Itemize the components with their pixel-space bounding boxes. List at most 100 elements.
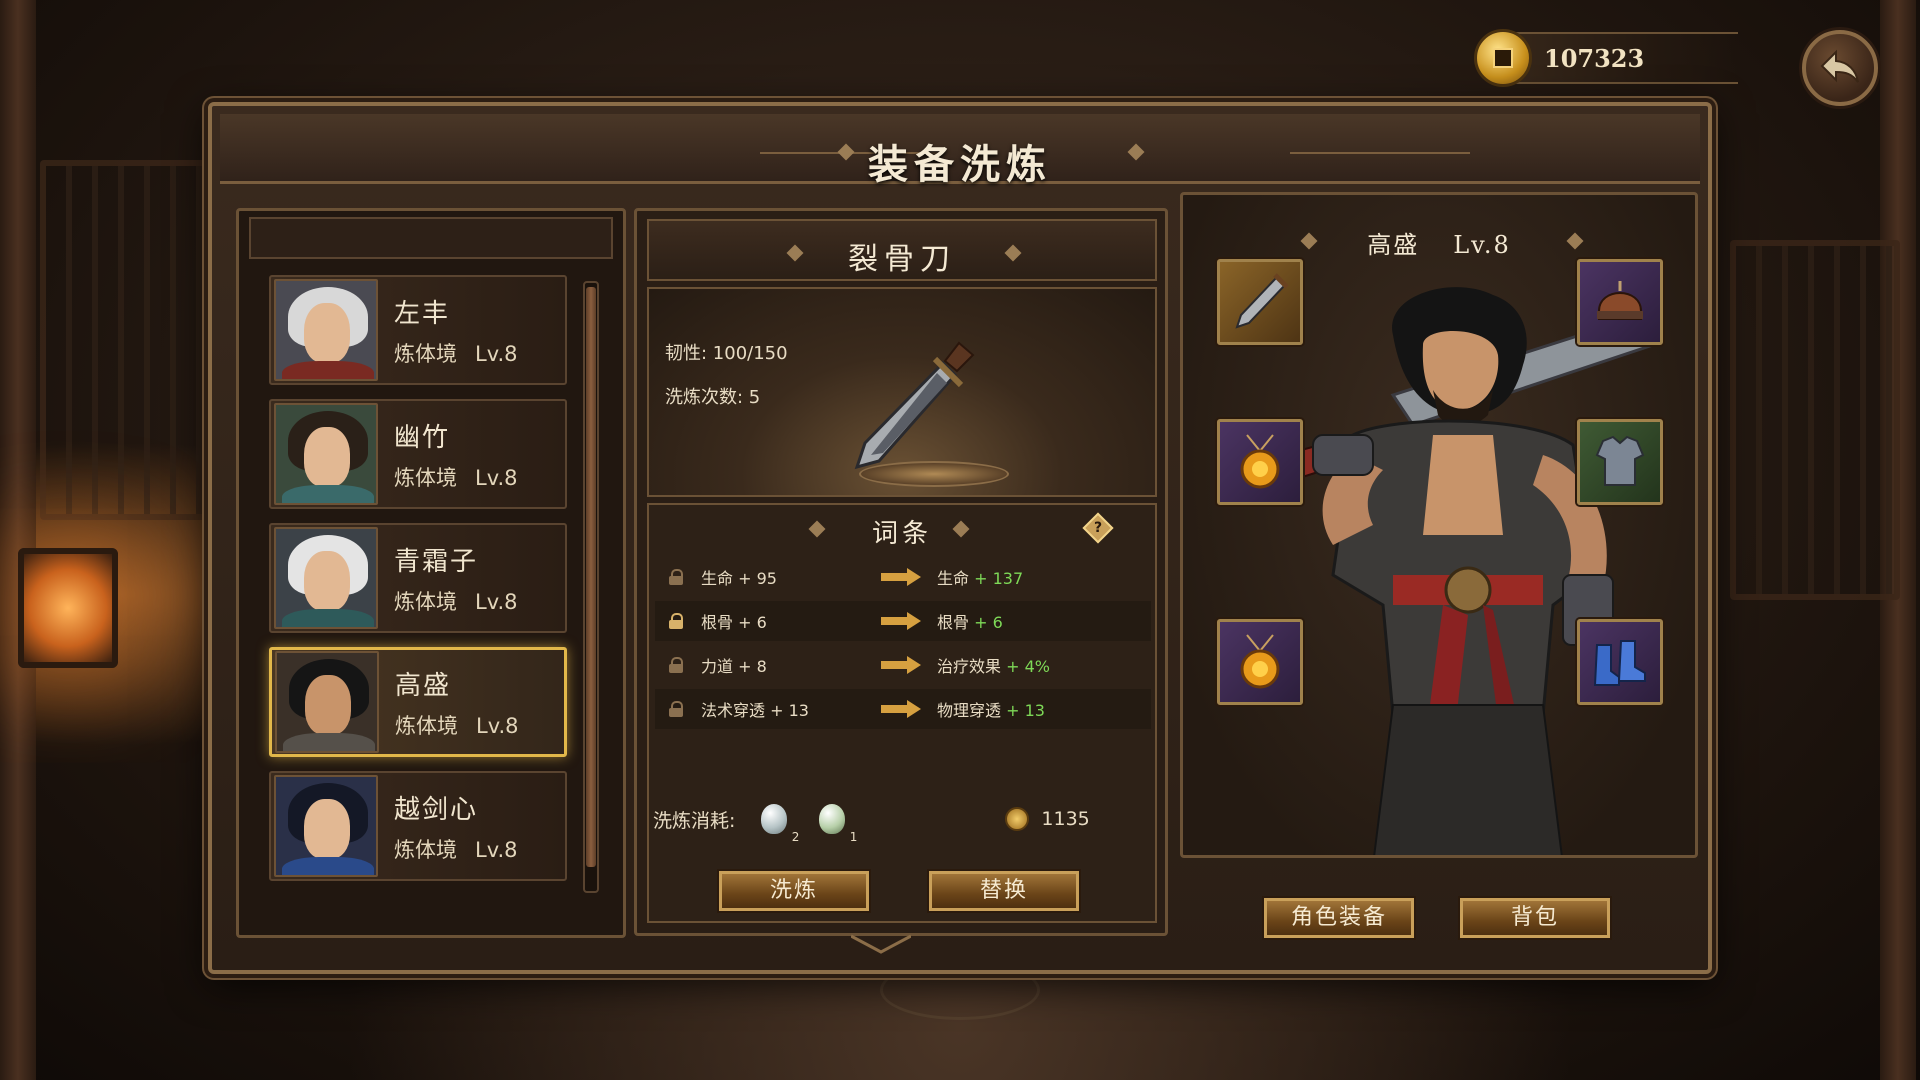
hero-level: Lv.8 xyxy=(475,341,518,366)
affix-row: 根骨 + 6 根骨 + 6 xyxy=(655,601,1151,641)
hero-list-scrollbar[interactable] xyxy=(583,281,599,893)
hero-portrait xyxy=(274,775,378,877)
amulet-slot[interactable] xyxy=(1217,419,1303,505)
gold-amount: 107323 xyxy=(1544,43,1645,73)
title-ornament-right xyxy=(1290,152,1470,154)
affix-old-name: 生命 xyxy=(701,569,734,588)
backpack-button[interactable]: 背包 xyxy=(1460,898,1610,938)
character-panel: 高盛 Lv.8 xyxy=(1180,192,1698,858)
blade-icon xyxy=(1235,273,1289,329)
amulet-icon xyxy=(1240,434,1280,489)
coin-icon xyxy=(1005,807,1030,831)
refine-cost-row: 洗炼消耗: 2 1 1135 xyxy=(653,789,1143,849)
arrow-right-icon xyxy=(881,700,921,718)
lock-icon[interactable] xyxy=(669,701,683,717)
lantern xyxy=(18,548,118,668)
lock-icon[interactable] xyxy=(669,613,683,629)
hero-level: Lv.8 xyxy=(475,837,518,862)
character-equipment-button[interactable]: 角色装备 xyxy=(1264,898,1414,938)
affix-new-value: + 137 xyxy=(974,569,1024,588)
affix-old-name: 法术穿透 xyxy=(701,701,766,720)
character-actions: 角色装备 背包 xyxy=(1180,866,1698,938)
affix-old-value: + 8 xyxy=(738,657,767,676)
hero-name: 高盛 xyxy=(395,670,452,701)
hero-realm: 炼体境 xyxy=(394,589,457,614)
affix-row: 生命 + 95 生命 + 137 xyxy=(655,557,1151,597)
hero-level: Lv.8 xyxy=(475,589,518,614)
hero-realm: 炼体境 xyxy=(394,341,457,366)
affix-row: 力道 + 8 治疗效果 + 4% xyxy=(655,645,1151,685)
back-arrow-icon xyxy=(1820,49,1859,83)
equipment-name-bar: 裂骨刀 xyxy=(647,219,1157,281)
hero-name: 越剑心 xyxy=(394,794,479,825)
arrow-right-icon xyxy=(881,612,921,630)
affix-row: 法术穿透 + 13 物理穿透 + 13 xyxy=(655,689,1151,729)
hero-portrait xyxy=(274,279,378,381)
amulet-icon xyxy=(1240,634,1280,689)
equipment-name: 裂骨刀 xyxy=(848,242,956,277)
hero-level: Lv.8 xyxy=(475,465,518,490)
page-title: 装备洗炼 xyxy=(868,141,1052,188)
helmet-slot[interactable] xyxy=(1577,259,1663,345)
durability-text: 韧性: 100/150 xyxy=(665,343,788,364)
accessory-slot[interactable] xyxy=(1217,619,1303,705)
hero-realm: 炼体境 xyxy=(394,465,457,490)
weapon-rack-right xyxy=(1730,240,1900,600)
affix-old-value: + 13 xyxy=(770,701,809,720)
affix-new-name: 治疗效果 xyxy=(937,657,1002,676)
affix-new-value: + 13 xyxy=(1006,701,1045,720)
affix-new-name: 根骨 xyxy=(937,613,970,632)
armor-slot[interactable] xyxy=(1577,419,1663,505)
hero-list-item[interactable]: 幽竹 炼体境 Lv.8 xyxy=(269,399,567,509)
scrollbar-thumb[interactable] xyxy=(586,287,596,867)
hero-list-item[interactable]: 左丰 炼体境 Lv.8 xyxy=(269,275,567,385)
boots-icon xyxy=(1593,640,1646,686)
hero-list-item[interactable]: 越剑心 炼体境 Lv.8 xyxy=(269,771,567,881)
hero-portrait xyxy=(274,403,378,505)
hero-name: 青霜子 xyxy=(394,546,479,577)
blade-icon xyxy=(854,341,975,470)
character-level: Lv.8 xyxy=(1453,231,1511,259)
equipment-detail-panel: 裂骨刀 韧性: 100/150 洗炼次数: 5 词条 ? 生命 + 95 生命 … xyxy=(634,208,1168,936)
hero-portrait xyxy=(275,651,379,753)
panel-header: 装备洗炼 xyxy=(220,114,1700,188)
hero-list-item-selected[interactable]: 高盛 炼体境 Lv.8 xyxy=(269,647,567,757)
arrow-right-icon xyxy=(881,568,921,586)
bg-pillar-left xyxy=(0,0,36,1080)
equipment-display: 韧性: 100/150 洗炼次数: 5 xyxy=(647,287,1157,497)
hero-level: Lv.8 xyxy=(476,713,519,738)
hero-name: 左丰 xyxy=(394,298,451,329)
coin-icon xyxy=(1474,29,1532,87)
replace-button[interactable]: 替换 xyxy=(929,871,1079,911)
hero-portrait xyxy=(274,527,378,629)
cost-label: 洗炼消耗: xyxy=(653,809,736,832)
boots-slot[interactable] xyxy=(1577,619,1663,705)
lock-icon[interactable] xyxy=(669,569,683,585)
character-name: 高盛 xyxy=(1367,231,1420,259)
white-stone-count: 2 xyxy=(791,830,800,844)
hero-realm: 炼体境 xyxy=(395,713,458,738)
lock-icon[interactable] xyxy=(669,657,683,673)
hero-realm: 炼体境 xyxy=(394,837,457,862)
helmet-icon xyxy=(1597,281,1643,320)
affix-panel: 词条 ? 生命 + 95 生命 + 137 根骨 + 6 根骨 + 6 力道 +… xyxy=(647,503,1157,923)
affix-old-value: + 95 xyxy=(738,569,777,588)
weapon-rack-left xyxy=(40,160,210,520)
green-stone-count: 1 xyxy=(849,830,858,844)
refine-count-text: 洗炼次数: 5 xyxy=(665,387,761,408)
affix-old-name: 根骨 xyxy=(701,613,734,632)
chevron-down-icon xyxy=(851,934,911,954)
hero-list-item[interactable]: 青霜子 炼体境 Lv.8 xyxy=(269,523,567,633)
back-button[interactable] xyxy=(1802,30,1878,106)
affix-new-name: 生命 xyxy=(937,569,970,588)
affix-title: 词条 xyxy=(871,519,932,549)
white-stone-icon: 2 xyxy=(761,804,799,844)
affix-new-value: + 4% xyxy=(1006,657,1050,676)
cost-gold: 1135 xyxy=(1041,808,1090,830)
weapon-slot[interactable] xyxy=(1217,259,1303,345)
character-illustration xyxy=(1281,287,1653,855)
refine-button[interactable]: 洗炼 xyxy=(719,871,869,911)
hero-list-panel: 左丰 炼体境 Lv.8 幽竹 炼体境 Lv.8 青霜子 炼体境 Lv.8 高盛 炼体境… xyxy=(236,208,626,938)
arrow-right-icon xyxy=(881,656,921,674)
affix-new-name: 物理穿透 xyxy=(937,701,1002,720)
